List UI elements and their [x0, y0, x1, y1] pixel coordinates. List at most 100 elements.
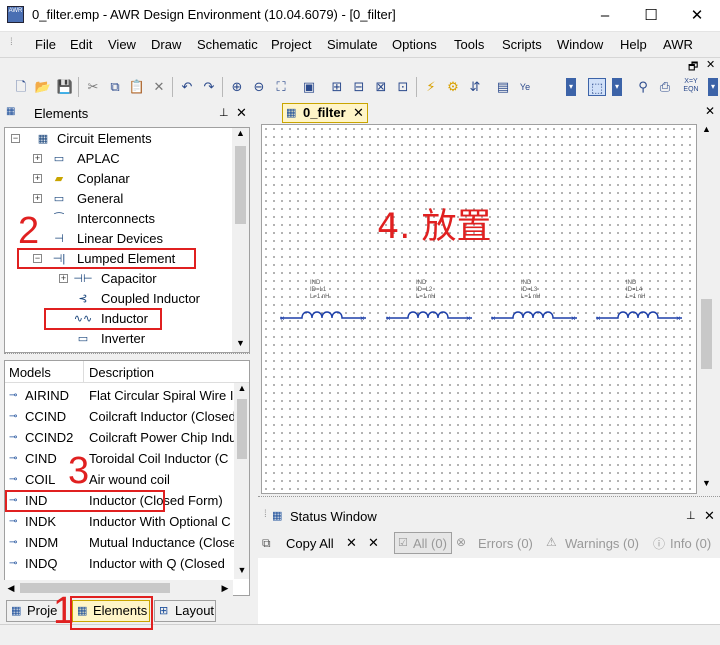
- menu-help[interactable]: Help: [620, 37, 647, 52]
- menu-view[interactable]: View: [108, 37, 136, 52]
- maximize-button[interactable]: ☐: [628, 0, 674, 32]
- menu-options[interactable]: Options: [392, 37, 437, 52]
- menu-scripts[interactable]: Scripts: [502, 37, 542, 52]
- cut-icon[interactable]: ✂: [84, 78, 102, 96]
- variable-icon[interactable]: Ye: [516, 78, 534, 96]
- view-all-icon[interactable]: ⛶: [272, 78, 290, 96]
- status-message-area[interactable]: [258, 558, 720, 624]
- model-icon: ⊸: [9, 516, 18, 527]
- element-icon[interactable]: ▣: [300, 78, 318, 96]
- models-scroll-thumb[interactable]: [237, 399, 247, 459]
- zoom-area-icon[interactable]: ⊕: [228, 78, 246, 96]
- probe-icon[interactable]: ⚲: [634, 78, 652, 96]
- tree-scrollbar[interactable]: ▲ ▼: [232, 128, 249, 352]
- tab-layout[interactable]: ⊞ Layout: [154, 600, 216, 622]
- close-button[interactable]: ✕: [674, 0, 720, 32]
- redo-icon[interactable]: ↷: [200, 78, 218, 96]
- graph-icon[interactable]: ▤: [494, 78, 512, 96]
- models-scrollbar[interactable]: ▲ ▼: [234, 383, 249, 579]
- scroll-up-icon[interactable]: ▲: [232, 128, 249, 142]
- delete-icon[interactable]: ✕: [150, 78, 168, 96]
- filter-all-button[interactable]: ☑ All (0): [394, 532, 452, 554]
- canvas-scroll-thumb[interactable]: [701, 299, 712, 369]
- menu-edit[interactable]: Edit: [70, 37, 92, 52]
- pane-close-icon[interactable]: ✕: [236, 105, 247, 121]
- inductor-l2[interactable]: IND ID=L2 L=1 nH × ×: [386, 280, 472, 330]
- new-icon[interactable]: 🗋: [12, 78, 30, 96]
- menu-draw[interactable]: Draw: [151, 37, 181, 52]
- model-row-indm[interactable]: ⊸ INDM Mutual Inductance (Close: [5, 532, 236, 553]
- canvas-scrollbar[interactable]: ▲ ▼: [698, 124, 715, 494]
- subcircuit-icon[interactable]: ⊡: [394, 78, 412, 96]
- toolbar-overflow-icon[interactable]: ▾: [566, 78, 576, 96]
- ground-icon[interactable]: ⊟: [350, 78, 368, 96]
- svg-text:×: ×: [676, 314, 681, 323]
- status-close-icon[interactable]: ✕: [704, 508, 715, 524]
- inductor-symbol-icon: × ×: [386, 311, 472, 323]
- save-icon[interactable]: 💾: [56, 78, 74, 96]
- hscroll-thumb[interactable]: [20, 583, 170, 593]
- toolbar-overflow-2-icon[interactable]: ▾: [612, 78, 622, 96]
- copy-all-button[interactable]: Copy All: [286, 536, 334, 551]
- inductor-l1[interactable]: IND ID=L1 L=1 nH × ×: [280, 280, 366, 330]
- doc-close-icon[interactable]: ✕: [705, 104, 715, 118]
- description-column-header[interactable]: Description: [89, 365, 154, 380]
- menu-grip-icon: ⁞: [10, 37, 13, 48]
- menu-window[interactable]: Window: [557, 37, 603, 52]
- doc-splitter[interactable]: [258, 496, 720, 502]
- info-filter[interactable]: Info (0): [670, 536, 711, 551]
- svg-text:×: ×: [360, 314, 365, 323]
- errors-filter[interactable]: Errors (0): [478, 536, 533, 551]
- wire-icon[interactable]: ⊠: [372, 78, 390, 96]
- inductor-l4[interactable]: IND ID=L4 L=1 nH × ×: [596, 280, 682, 330]
- clear-all-icon[interactable]: ✕: [368, 535, 379, 551]
- status-pin-icon[interactable]: ⊥: [686, 509, 696, 522]
- model-row-indq[interactable]: ⊸ INDQ Inductor with Q (Closed: [5, 553, 235, 574]
- doc-tab-0-filter[interactable]: ▦ 0_filter ✕: [282, 103, 368, 123]
- clear-icon[interactable]: ✕: [346, 535, 357, 551]
- models-column-header[interactable]: Models: [9, 365, 51, 380]
- pane-splitter[interactable]: [4, 353, 250, 357]
- open-icon[interactable]: 📂: [34, 78, 52, 96]
- toolbar-overflow-3-icon[interactable]: ▾: [708, 78, 718, 96]
- menu-schematic[interactable]: Schematic: [197, 37, 258, 52]
- capacitor-icon: ⊣⊢: [73, 273, 93, 285]
- copy-icon[interactable]: ⧉: [106, 78, 124, 96]
- port-icon[interactable]: ⊞: [328, 78, 346, 96]
- models-list: Models Description ⊸ AIRIND Flat Circular …: [4, 360, 250, 596]
- menu-project[interactable]: Project: [271, 37, 311, 52]
- xy-egn-icon[interactable]: X=Y EQN: [682, 78, 700, 96]
- tune-icon[interactable]: ⚙: [444, 78, 462, 96]
- menu-awr[interactable]: AWR: [663, 37, 693, 52]
- mdi-close-button[interactable]: ✕: [706, 58, 715, 71]
- optimize-icon[interactable]: ⇵: [466, 78, 484, 96]
- analyze-icon[interactable]: ⚡: [422, 78, 440, 96]
- menu-simulate[interactable]: Simulate: [327, 37, 378, 52]
- select-icon[interactable]: ⬚: [588, 78, 606, 96]
- copy-icon: ⧉: [262, 536, 271, 550]
- models-hscrollbar[interactable]: ◀ ▶: [4, 580, 233, 596]
- model-row-cind[interactable]: ⊸ CIND Toroidal Coil Inductor (C: [5, 448, 235, 469]
- warnings-filter[interactable]: Warnings (0): [565, 536, 639, 551]
- zoom-out-icon[interactable]: ⊖: [250, 78, 268, 96]
- toolbar: 🗋 📂 💾 ✂ ⧉ 📋 ✕ ↶ ↷ ⊕ ⊖ ⛶ ▣ ⊞ ⊟ ⊠ ⊡ ⚡ ⚙ ⇵ …: [0, 72, 720, 102]
- print-icon[interactable]: ⎙: [656, 78, 674, 96]
- menu-tools[interactable]: Tools: [454, 37, 484, 52]
- scroll-thumb[interactable]: [235, 146, 246, 224]
- undo-icon[interactable]: ↶: [178, 78, 196, 96]
- scroll-down-icon[interactable]: ▼: [232, 338, 249, 352]
- doc-tab-close-icon[interactable]: ✕: [353, 104, 364, 122]
- minimize-button[interactable]: –: [582, 0, 628, 32]
- model-row-coil[interactable]: ⊸ COIL Air wound coil: [5, 469, 235, 490]
- model-row-ccind2[interactable]: ⊸ CCIND2 Coilcraft Power Chip Indu: [5, 427, 236, 448]
- schematic-canvas[interactable]: 4. 放置 IND ID=L1 L=1 nH × × IND ID=L2 L=1 nH ×…: [261, 124, 697, 494]
- model-row-indk[interactable]: ⊸ INDK Inductor With Optional C: [5, 511, 235, 532]
- app-icon: AWR: [7, 6, 24, 23]
- inductor-l3[interactable]: IND ID=L3 L=1 nH × ×: [491, 280, 577, 330]
- model-icon: ⊸: [9, 453, 18, 464]
- paste-icon[interactable]: 📋: [128, 78, 146, 96]
- menu-file[interactable]: File: [35, 37, 56, 52]
- model-row-airind[interactable]: ⊸ AIRIND Flat Circular Spiral Wire I: [5, 385, 235, 406]
- pin-icon[interactable]: ⊥: [219, 106, 229, 119]
- model-row-ccind[interactable]: ⊸ CCIND Coilcraft Inductor (Closed: [5, 406, 236, 427]
